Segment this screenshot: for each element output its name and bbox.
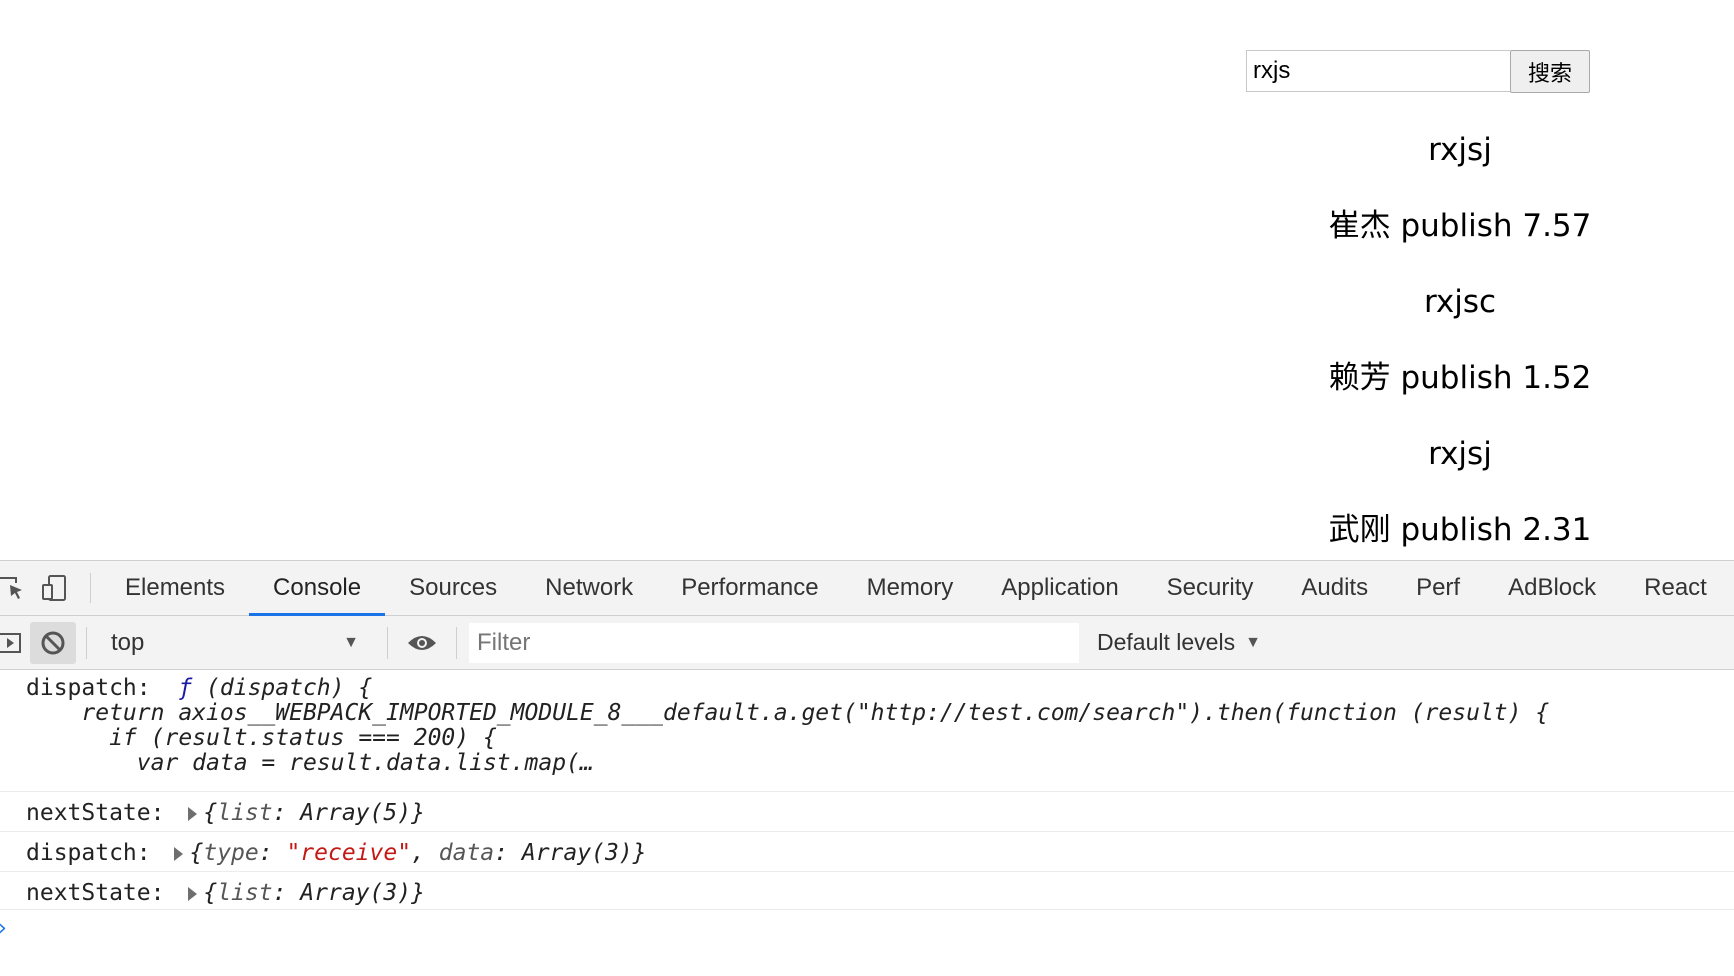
console-message[interactable]: nextState: {list: Array(3)} <box>0 872 1734 910</box>
context-selector[interactable]: top ▼ <box>95 622 375 664</box>
toolbar-divider <box>86 626 87 659</box>
colon: : <box>258 840 287 866</box>
device-toolbar-icon[interactable] <box>30 561 80 615</box>
tab-adblock[interactable]: AdBlock <box>1484 561 1620 615</box>
console-message[interactable]: nextState: {list: Array(5)} <box>0 792 1734 832</box>
clear-console-icon[interactable] <box>30 621 76 664</box>
dropdown-arrow-icon: ▼ <box>1245 633 1261 651</box>
tab-perf[interactable]: Perf <box>1392 561 1484 615</box>
log-levels-label: Default levels <box>1097 629 1236 655</box>
tabbar-divider <box>90 573 91 603</box>
object-value: Array(3) <box>521 840 633 866</box>
log-label: dispatch: <box>26 840 151 866</box>
search-button[interactable]: 搜索 <box>1510 50 1590 93</box>
results-list: rxjsj 崔杰 publish 7.57 rxjsc 赖芳 publish 1… <box>1260 118 1660 574</box>
list-item: rxjsc <box>1423 284 1497 320</box>
function-keyword: ƒ <box>178 675 193 701</box>
tab-react[interactable]: React <box>1620 561 1731 615</box>
console-output: dispatch: ƒ (dispatch) { return axios__W… <box>0 670 1734 946</box>
console-toolbar: top ▼ Default levels ▼ <box>0 616 1734 670</box>
devtools-panel: Elements Console Sources Network Perform… <box>0 560 1734 976</box>
context-label: top <box>111 628 145 656</box>
expand-triangle-icon[interactable] <box>188 806 198 821</box>
list-item: 赖芳 publish 1.52 <box>1328 360 1592 396</box>
expand-triangle-icon[interactable] <box>174 846 184 861</box>
tab-network[interactable]: Network <box>521 561 657 615</box>
tab-memory[interactable]: Memory <box>843 561 978 615</box>
list-item: rxjsj <box>1428 436 1492 472</box>
colon: : <box>272 880 301 906</box>
colon: : <box>494 840 522 866</box>
tab-console[interactable]: Console <box>249 561 386 616</box>
inspect-element-icon[interactable] <box>0 561 30 615</box>
console-message[interactable]: dispatch: {type: "receive", data: Array(… <box>0 832 1734 872</box>
object-key: type <box>203 840 259 866</box>
page-content: 搜索 rxjsj 崔杰 publish 7.57 rxjsc 赖芳 publis… <box>0 0 1734 560</box>
live-expression-eye-icon[interactable] <box>400 616 444 670</box>
toolbar-divider <box>456 626 457 659</box>
toolbar-divider <box>387 626 388 659</box>
console-prompt[interactable]: › <box>0 910 1734 946</box>
dropdown-arrow-icon: ▼ <box>343 633 359 651</box>
expand-triangle-icon[interactable] <box>188 886 198 901</box>
tab-performance[interactable]: Performance <box>657 561 842 615</box>
tab-application[interactable]: Application <box>977 561 1142 615</box>
code-text: (dispatch) { <box>192 675 373 701</box>
colon: : <box>272 800 301 826</box>
devtools-tabbar: Elements Console Sources Network Perform… <box>0 561 1734 616</box>
log-label: nextState: <box>26 880 165 906</box>
filter-input[interactable] <box>469 622 1079 663</box>
prompt-chevron-icon: › <box>0 916 7 941</box>
search-bar: 搜索 <box>1246 50 1590 93</box>
object-key: data <box>438 840 495 866</box>
console-code-line: var data = result.data.list.map(… <box>26 750 594 776</box>
log-label: dispatch: <box>26 675 151 701</box>
object-value: Array(5) <box>300 800 412 826</box>
brace: } <box>411 800 425 826</box>
console-message: dispatch: ƒ (dispatch) { return axios__W… <box>0 670 1734 792</box>
separator: , <box>411 840 439 866</box>
sidebar-toggle-icon[interactable] <box>0 616 26 670</box>
brace: { <box>203 800 218 826</box>
object-key: list <box>217 800 273 826</box>
console-code-line: if (result.status === 200) { <box>26 725 497 751</box>
tab-elements[interactable]: Elements <box>101 561 249 615</box>
list-item: rxjsj <box>1428 132 1492 168</box>
tab-security[interactable]: Security <box>1143 561 1278 615</box>
brace: { <box>189 840 204 866</box>
brace: { <box>203 880 218 906</box>
object-key: list <box>217 880 273 906</box>
log-levels-dropdown[interactable]: Default levels ▼ <box>1097 629 1261 656</box>
brace: } <box>411 880 425 906</box>
search-input[interactable] <box>1246 50 1510 92</box>
console-code-line: dispatch: ƒ (dispatch) { <box>26 676 1734 701</box>
log-label: nextState: <box>26 800 165 826</box>
string-value: "receive" <box>286 840 412 866</box>
tab-sources[interactable]: Sources <box>385 561 521 615</box>
list-item: 崔杰 publish 7.57 <box>1328 208 1592 244</box>
object-value: Array(3) <box>300 880 412 906</box>
console-code-line: return axios__WEBPACK_IMPORTED_MODULE_8_… <box>26 700 1550 726</box>
tab-audits[interactable]: Audits <box>1277 561 1392 615</box>
brace: } <box>632 840 647 866</box>
